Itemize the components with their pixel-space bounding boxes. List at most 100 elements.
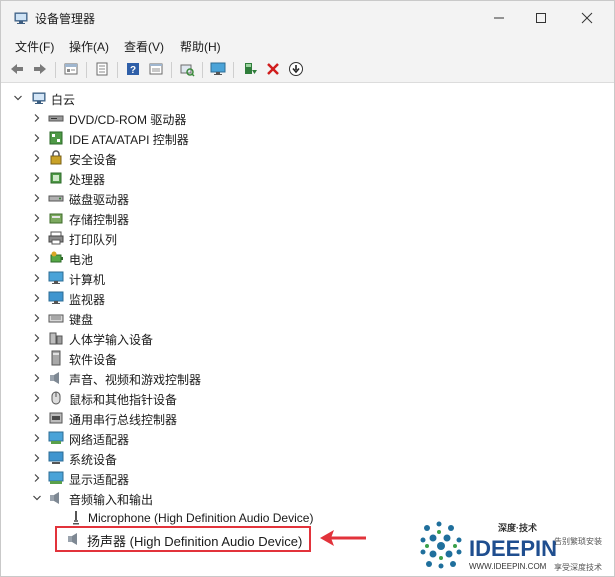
tree-category-row[interactable]: 音频输入和输出: [1, 488, 614, 508]
tree-category-row[interactable]: 计算机: [1, 268, 614, 288]
menu-file[interactable]: 文件(F): [13, 38, 56, 55]
tree-category-label: 键盘: [69, 313, 94, 327]
chevron-right-icon[interactable]: [32, 253, 42, 263]
tree-category-row[interactable]: 声音、视频和游戏控制器: [1, 368, 614, 388]
tree-category-row[interactable]: 鼠标和其他指针设备: [1, 388, 614, 408]
title-bar[interactable]: 设备管理器: [1, 1, 614, 35]
close-button[interactable]: [564, 1, 610, 35]
watermark-slogan-1: 告别繁琐安装: [554, 537, 602, 546]
tree-category-row[interactable]: 打印队列: [1, 228, 614, 248]
tree-root-row[interactable]: 白云: [1, 88, 614, 108]
tree-category-row[interactable]: 键盘: [1, 308, 614, 328]
chevron-right-icon[interactable]: [32, 293, 42, 303]
tree-category-row[interactable]: 磁盘驱动器: [1, 188, 614, 208]
tree-category-row[interactable]: 网络适配器: [1, 428, 614, 448]
chevron-right-icon[interactable]: [32, 153, 42, 163]
back-arrow-icon[interactable]: [8, 60, 26, 78]
sound-icon: [48, 370, 64, 386]
tree-root-label: 白云: [51, 93, 76, 107]
tree-category-label: 系统设备: [69, 453, 118, 467]
chevron-right-icon[interactable]: [32, 453, 42, 463]
network-adapter-icon: [48, 430, 64, 446]
red-arrow-icon: [318, 527, 368, 552]
device-manager-window: 设备管理器 文件(F) 操作(A) 查看(V) 帮助(H) ? 白云 DVD/C…: [0, 0, 615, 577]
selection-highlight-box: [55, 526, 311, 552]
tree-category-row[interactable]: 软件设备: [1, 348, 614, 368]
chevron-right-icon[interactable]: [32, 233, 42, 243]
tree-category-row[interactable]: 处理器: [1, 168, 614, 188]
tree-category-row[interactable]: 监视器: [1, 288, 614, 308]
menu-action[interactable]: 操作(A): [67, 38, 111, 55]
chevron-down-icon[interactable]: [13, 93, 23, 103]
forward-arrow-icon[interactable]: [31, 60, 49, 78]
tree-category-row[interactable]: 系统设备: [1, 448, 614, 468]
watermark-brand: IDEEPIN: [469, 536, 558, 561]
tree-category-label: 计算机: [69, 273, 106, 287]
menu-help[interactable]: 帮助(H): [178, 38, 223, 55]
tree-category-label: 磁盘驱动器: [69, 193, 130, 207]
scan-hardware-icon[interactable]: [178, 60, 196, 78]
view-icon[interactable]: [147, 60, 165, 78]
ideepin-logo-icon: [417, 520, 465, 575]
watermark-tagline-top: 深度·技术: [498, 523, 537, 533]
audio-io-icon: [48, 490, 64, 506]
tree-category-label: 软件设备: [69, 353, 118, 367]
ide-controller-icon: [48, 130, 64, 146]
tree-category-row[interactable]: 安全设备: [1, 148, 614, 168]
chevron-right-icon[interactable]: [32, 273, 42, 283]
tree-category-label: IDE ATA/ATAPI 控制器: [69, 133, 189, 147]
usb-icon: [48, 410, 64, 426]
chevron-right-icon[interactable]: [32, 133, 42, 143]
help-icon[interactable]: ?: [124, 60, 142, 78]
chevron-right-icon[interactable]: [32, 413, 42, 423]
monitor-icon[interactable]: [209, 60, 227, 78]
dvd-drive-icon: [48, 110, 64, 126]
chevron-right-icon[interactable]: [32, 393, 42, 403]
keyboard-icon: [48, 310, 64, 326]
tree-category-row[interactable]: DVD/CD-ROM 驱动器: [1, 108, 614, 128]
toolbar-separator: [86, 62, 87, 78]
properties-icon[interactable]: [62, 60, 80, 78]
menu-bar: 文件(F) 操作(A) 查看(V) 帮助(H): [1, 35, 614, 57]
tree-category-row[interactable]: IDE ATA/ATAPI 控制器: [1, 128, 614, 148]
tree-category-label: 音频输入和输出: [69, 493, 154, 507]
computer-root-icon: [31, 90, 47, 106]
monitor-icon: [48, 290, 64, 306]
chevron-right-icon[interactable]: [32, 353, 42, 363]
microphone-icon: [68, 510, 84, 526]
tree-category-label: 通用串行总线控制器: [69, 413, 178, 427]
chevron-right-icon[interactable]: [32, 473, 42, 483]
tree-category-row[interactable]: 电池: [1, 248, 614, 268]
chevron-right-icon[interactable]: [32, 333, 42, 343]
tree-category-row[interactable]: 人体学输入设备: [1, 328, 614, 348]
computer-icon: [48, 270, 64, 286]
update-icon[interactable]: [287, 60, 305, 78]
chevron-right-icon[interactable]: [32, 113, 42, 123]
device-tree: 白云 DVD/CD-ROM 驱动器 IDE ATA/ATAPI 控制器 安全设备 处理…: [1, 84, 614, 576]
processor-icon: [48, 170, 64, 186]
add-driver-icon[interactable]: [241, 60, 259, 78]
tree-category-row[interactable]: 显示适配器: [1, 468, 614, 488]
minimize-button[interactable]: [476, 1, 522, 35]
list-icon[interactable]: [93, 60, 111, 78]
chevron-down-icon[interactable]: [32, 493, 42, 503]
tree-category-row[interactable]: 存储控制器: [1, 208, 614, 228]
software-device-icon: [48, 350, 64, 366]
storage-controller-icon: [48, 210, 64, 226]
tree-category-row[interactable]: 通用串行总线控制器: [1, 408, 614, 428]
system-device-icon: [48, 450, 64, 466]
menu-view[interactable]: 查看(V): [122, 38, 166, 55]
security-device-icon: [48, 150, 64, 166]
chevron-right-icon[interactable]: [32, 313, 42, 323]
chevron-right-icon[interactable]: [32, 193, 42, 203]
svg-text:?: ?: [130, 65, 136, 76]
uninstall-icon[interactable]: [264, 60, 282, 78]
tree-category-label: 显示适配器: [69, 473, 130, 487]
chevron-right-icon[interactable]: [32, 213, 42, 223]
chevron-right-icon[interactable]: [32, 433, 42, 443]
maximize-button[interactable]: [518, 1, 564, 35]
tree-category-label: 监视器: [69, 293, 106, 307]
chevron-right-icon[interactable]: [32, 173, 42, 183]
tree-category-label: 安全设备: [69, 153, 118, 167]
chevron-right-icon[interactable]: [32, 373, 42, 383]
